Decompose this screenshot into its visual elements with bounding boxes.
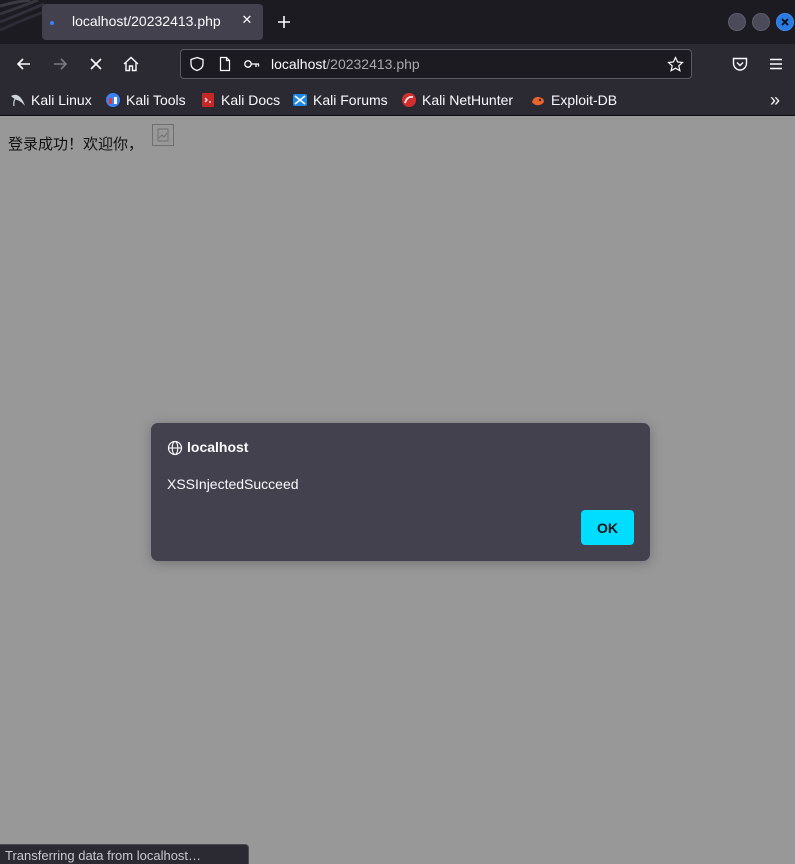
bookmark-label: Kali Tools — [126, 92, 186, 108]
pocket-button[interactable] — [730, 54, 750, 74]
bookmark-kali-forums[interactable]: Kali Forums — [292, 91, 388, 109]
bookmark-label: Exploit-DB — [551, 92, 618, 108]
bookmarks-overflow-button[interactable]: » — [770, 89, 781, 110]
bookmark-label: Kali Linux — [31, 92, 92, 108]
bookmark-star-icon[interactable] — [667, 56, 684, 73]
bookmark-exploit-db[interactable]: Exploit-DB — [530, 91, 617, 109]
ok-button[interactable]: OK — [581, 510, 634, 545]
bookmark-kali-docs[interactable]: Kali Docs — [200, 91, 280, 109]
key-icon[interactable] — [243, 56, 261, 72]
url-text[interactable]: localhost/20232413.php — [271, 56, 420, 72]
dialog-message: XSSInjectedSucceed — [167, 476, 299, 492]
bookmark-label: Kali NetHunter — [422, 92, 514, 108]
url-host: localhost — [271, 56, 327, 72]
hamburger-menu-icon — [770, 58, 782, 70]
stop-x-icon — [90, 58, 102, 70]
globe-icon — [167, 440, 183, 456]
back-button[interactable] — [14, 54, 34, 74]
home-icon — [123, 56, 139, 72]
minimize-button[interactable] — [728, 13, 746, 31]
url-path: /20232413.php — [326, 56, 420, 72]
status-panel: Transferring data from localhost… — [0, 844, 249, 864]
close-icon — [781, 18, 789, 26]
login-success-text: 登录成功！欢迎你， — [8, 135, 144, 153]
forward-button[interactable] — [50, 54, 70, 74]
page-info-icon[interactable] — [217, 56, 233, 72]
app-menu-button[interactable] — [766, 54, 786, 74]
tab-title: localhost/20232413.php — [72, 13, 221, 29]
kali-swirl-decoration — [0, 0, 44, 44]
new-tab-button[interactable] — [274, 12, 294, 32]
alert-dialog: localhost XSSInjectedSucceed OK — [151, 423, 650, 561]
address-bar[interactable]: localhost/20232413.php — [180, 49, 692, 79]
kali-docs-icon — [202, 93, 214, 107]
tab-loading-icon — [50, 21, 54, 25]
tab-close-icon[interactable]: ✕ — [240, 14, 254, 28]
kali-dragon-icon — [11, 94, 25, 107]
kali-forums-icon — [293, 94, 307, 106]
chevron-double-right-icon: » — [770, 89, 781, 110]
kali-tools-icon — [106, 93, 120, 107]
broken-image-icon — [152, 124, 174, 146]
bookmark-label: Kali Docs — [221, 92, 281, 108]
arrow-right-icon — [54, 58, 68, 70]
maximize-button[interactable] — [752, 13, 770, 31]
bookmark-kali-linux[interactable]: Kali Linux — [10, 91, 92, 109]
bookmark-label: Kali Forums — [313, 92, 388, 108]
bookmarks-toolbar: Kali Linux Kali Tools Kali Docs Kali For… — [0, 84, 795, 116]
pocket-icon — [732, 57, 748, 71]
bookmark-kali-tools[interactable]: Kali Tools — [105, 91, 186, 109]
shield-icon[interactable] — [189, 56, 205, 72]
close-window-button[interactable] — [776, 13, 794, 31]
exploit-db-icon — [532, 96, 544, 106]
plus-icon — [278, 16, 290, 28]
navigation-toolbar: localhost/20232413.php — [0, 44, 795, 84]
bookmark-kali-nethunter[interactable]: Kali NetHunter — [401, 91, 513, 109]
dialog-origin: localhost — [187, 439, 249, 455]
arrow-left-icon — [16, 58, 30, 70]
tab-strip: localhost/20232413.php ✕ — [0, 0, 795, 44]
active-tab[interactable]: localhost/20232413.php ✕ — [42, 4, 263, 40]
stop-loading-button[interactable] — [86, 54, 106, 74]
kali-nethunter-icon — [402, 93, 416, 107]
home-button[interactable] — [121, 54, 141, 74]
